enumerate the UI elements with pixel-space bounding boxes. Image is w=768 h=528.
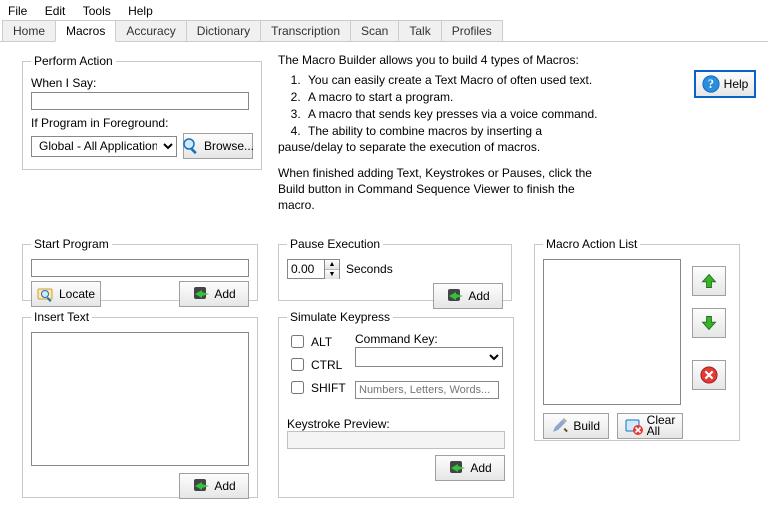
tab-strip: Home Macros Accuracy Dictionary Transcri… [0, 20, 768, 42]
menu-tools[interactable]: Tools [79, 2, 121, 20]
menu-help[interactable]: Help [124, 2, 163, 20]
perform-action-group: Perform Action When I Say: If Program in… [22, 54, 262, 170]
add-icon [192, 477, 210, 495]
description-item-4: The ability to combine macros by inserti… [304, 123, 598, 139]
pause-seconds-spinner[interactable]: ▲ ▼ [287, 259, 340, 279]
description-item-3: A macro that sends key presses via a voi… [304, 106, 598, 122]
macro-action-listbox[interactable] [543, 259, 681, 405]
pause-execution-group: Pause Execution ▲ ▼ Seconds Add [278, 237, 512, 301]
help-icon: ? [702, 75, 720, 93]
menu-bar: File Edit Tools Help [0, 0, 768, 20]
when-i-say-label: When I Say: [31, 76, 253, 90]
alt-checkbox[interactable] [291, 335, 304, 348]
start-program-path-input[interactable] [31, 259, 249, 277]
spinner-up[interactable]: ▲ [325, 260, 339, 270]
browse-button-label: Browse... [204, 139, 254, 153]
browse-button[interactable]: Browse... [183, 133, 253, 159]
clear-all-icon [625, 417, 643, 435]
when-i-say-input[interactable] [31, 92, 249, 110]
workspace: The Macro Builder allows you to build 4 … [0, 42, 768, 528]
add-icon [448, 459, 466, 477]
description-after-list: pause/delay to separate the execution of… [278, 139, 598, 155]
ctrl-label: CTRL [311, 358, 342, 372]
macro-action-list-legend: Macro Action List [543, 237, 640, 251]
browse-icon [182, 137, 200, 155]
delete-action-button[interactable] [692, 360, 726, 390]
keypress-add-button[interactable]: Add [435, 455, 505, 481]
pause-execution-legend: Pause Execution [287, 237, 383, 251]
pause-add-button[interactable]: Add [433, 283, 503, 309]
insert-text-add-label: Add [214, 479, 235, 493]
arrow-down-icon [700, 314, 718, 332]
pause-add-label: Add [468, 289, 489, 303]
simulate-keypress-group: Simulate Keypress ALT CTRL SHIFT Command… [278, 310, 514, 498]
description-finish-1: When finished adding Text, Keystrokes or… [278, 165, 598, 181]
tab-macros[interactable]: Macros [55, 20, 116, 42]
perform-action-legend: Perform Action [31, 54, 116, 68]
start-program-add-label: Add [214, 287, 235, 301]
tab-home[interactable]: Home [2, 20, 56, 41]
start-program-group: Start Program Locate Add [22, 237, 258, 301]
move-down-button[interactable] [692, 308, 726, 338]
pause-seconds-label: Seconds [346, 262, 393, 276]
shift-checkbox[interactable] [291, 381, 304, 394]
locate-button-label: Locate [59, 287, 95, 301]
simulate-keypress-legend: Simulate Keypress [287, 310, 393, 324]
insert-text-area[interactable] [31, 332, 249, 466]
help-button[interactable]: ? Help [694, 70, 756, 98]
tab-profiles[interactable]: Profiles [441, 20, 503, 41]
clear-all-button-label: ClearAll [647, 415, 676, 437]
ctrl-checkbox[interactable] [291, 358, 304, 371]
menu-edit[interactable]: Edit [41, 2, 76, 20]
pause-seconds-value[interactable] [288, 260, 324, 278]
tab-scan[interactable]: Scan [350, 20, 399, 41]
numbers-letters-words-input[interactable] [355, 381, 499, 399]
menu-file[interactable]: File [4, 2, 37, 20]
program-foreground-select[interactable]: Global - All Applications [31, 136, 177, 157]
svg-text:?: ? [708, 77, 714, 91]
insert-text-group: Insert Text Add [22, 310, 258, 498]
alt-checkbox-row[interactable]: ALT [287, 332, 345, 351]
description-finish-2: Build button in Command Sequence Viewer … [278, 181, 598, 213]
keystroke-preview-output [287, 431, 505, 449]
tab-talk[interactable]: Talk [398, 20, 441, 41]
move-up-button[interactable] [692, 266, 726, 296]
program-foreground-label: If Program in Foreground: [31, 116, 253, 130]
arrow-up-icon [700, 272, 718, 290]
ctrl-checkbox-row[interactable]: CTRL [287, 355, 345, 374]
build-button-label: Build [573, 419, 600, 433]
macro-builder-description: The Macro Builder allows you to build 4 … [278, 52, 598, 213]
build-button[interactable]: Build [543, 413, 609, 439]
keystroke-preview-label: Keystroke Preview: [287, 417, 505, 431]
tab-transcription[interactable]: Transcription [260, 20, 351, 41]
tab-accuracy[interactable]: Accuracy [115, 20, 186, 41]
insert-text-add-button[interactable]: Add [179, 473, 249, 499]
build-icon [552, 417, 569, 435]
start-program-legend: Start Program [31, 237, 112, 251]
keypress-add-label: Add [470, 461, 491, 475]
action-list-side-buttons [692, 266, 726, 390]
add-icon [192, 285, 210, 303]
shift-label: SHIFT [311, 381, 346, 395]
tab-dictionary[interactable]: Dictionary [186, 20, 261, 41]
locate-icon [37, 285, 55, 303]
start-program-add-button[interactable]: Add [179, 281, 249, 307]
description-intro: The Macro Builder allows you to build 4 … [278, 52, 598, 68]
alt-label: ALT [311, 335, 332, 349]
description-item-2: A macro to start a program. [304, 89, 598, 105]
command-key-select[interactable] [355, 347, 503, 367]
shift-checkbox-row[interactable]: SHIFT [287, 378, 345, 397]
insert-text-legend: Insert Text [31, 310, 92, 324]
add-icon [446, 287, 464, 305]
delete-icon [700, 366, 718, 384]
description-item-1: You can easily create a Text Macro of of… [304, 72, 598, 88]
spinner-down[interactable]: ▼ [325, 270, 339, 279]
command-key-label: Command Key: [355, 332, 505, 346]
locate-button[interactable]: Locate [31, 281, 101, 307]
clear-all-button[interactable]: ClearAll [617, 413, 683, 439]
help-button-label: Help [724, 77, 749, 91]
